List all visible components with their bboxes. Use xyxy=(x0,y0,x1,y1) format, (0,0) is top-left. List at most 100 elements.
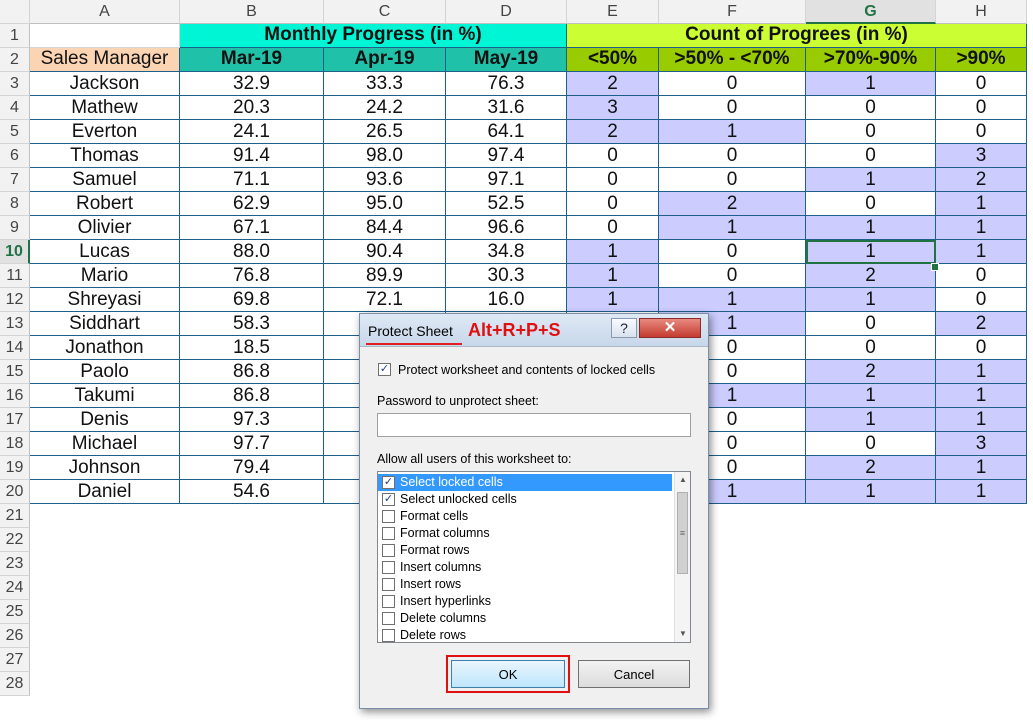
value-cell[interactable]: 1 xyxy=(806,216,936,240)
manager-name-cell[interactable]: Michael xyxy=(30,432,180,456)
row-header-27[interactable]: 27 xyxy=(0,648,30,672)
manager-name-cell[interactable]: Denis xyxy=(30,408,180,432)
row-header-20[interactable]: 20 xyxy=(0,480,30,504)
row-header-18[interactable]: 18 xyxy=(0,432,30,456)
manager-name-cell[interactable]: Mario xyxy=(30,264,180,288)
manager-name-cell[interactable]: Thomas xyxy=(30,144,180,168)
password-input[interactable] xyxy=(377,413,691,437)
apr-19-header[interactable]: Apr-19 xyxy=(324,48,446,72)
value-cell[interactable]: 97.7 xyxy=(180,432,324,456)
manager-name-cell[interactable]: Lucas xyxy=(30,240,180,264)
value-cell[interactable]: 0 xyxy=(659,168,806,192)
value-cell[interactable]: 0 xyxy=(806,336,936,360)
cancel-button[interactable]: Cancel xyxy=(578,660,690,688)
value-cell[interactable]: 0 xyxy=(806,120,936,144)
value-cell[interactable]: 24.2 xyxy=(324,96,446,120)
value-cell[interactable]: 90.4 xyxy=(324,240,446,264)
value-cell[interactable]: 67.1 xyxy=(180,216,324,240)
manager-name-cell[interactable]: Olivier xyxy=(30,216,180,240)
manager-name-cell[interactable]: Mathew xyxy=(30,96,180,120)
value-cell[interactable]: 84.4 xyxy=(324,216,446,240)
permission-checkbox[interactable] xyxy=(382,578,395,591)
column-header-d[interactable]: D xyxy=(446,0,567,24)
permission-checkbox[interactable] xyxy=(382,510,395,523)
permission-item[interactable]: Delete columns xyxy=(378,610,672,627)
value-cell[interactable]: 69.8 xyxy=(180,288,324,312)
value-cell[interactable]: 86.8 xyxy=(180,360,324,384)
column-header-h[interactable]: H xyxy=(936,0,1027,24)
manager-name-cell[interactable]: Jonathon xyxy=(30,336,180,360)
column-header-g[interactable]: G xyxy=(806,0,936,24)
value-cell[interactable]: 0 xyxy=(659,96,806,120)
row-header-25[interactable]: 25 xyxy=(0,600,30,624)
select-all-corner[interactable] xyxy=(0,0,30,24)
permission-checkbox[interactable] xyxy=(382,629,395,642)
row-header-9[interactable]: 9 xyxy=(0,216,30,240)
scroll-thumb[interactable]: ≡ xyxy=(677,492,688,574)
row-header-5[interactable]: 5 xyxy=(0,120,30,144)
value-cell[interactable]: 16.0 xyxy=(446,288,567,312)
permission-item[interactable]: ✓ Select locked cells xyxy=(378,474,672,491)
value-cell[interactable]: 31.6 xyxy=(446,96,567,120)
row-header-7[interactable]: 7 xyxy=(0,168,30,192)
permission-item[interactable]: Format cells xyxy=(378,508,672,525)
permission-item[interactable]: Insert hyperlinks xyxy=(378,593,672,610)
lt50-header[interactable]: <50% xyxy=(567,48,659,72)
column-header-c[interactable]: C xyxy=(324,0,446,24)
sales-manager-header[interactable]: Sales Manager xyxy=(30,48,180,72)
value-cell[interactable]: 89.9 xyxy=(324,264,446,288)
row-header-6[interactable]: 6 xyxy=(0,144,30,168)
value-cell[interactable]: 95.0 xyxy=(324,192,446,216)
value-cell[interactable]: 2 xyxy=(806,360,936,384)
value-cell[interactable]: 0 xyxy=(936,264,1027,288)
cell-a1[interactable] xyxy=(30,24,180,48)
count-progress-header[interactable]: Count of Progrees (in %) xyxy=(567,24,1027,48)
value-cell[interactable]: 1 xyxy=(806,168,936,192)
value-cell[interactable]: 0 xyxy=(567,168,659,192)
row-header-17[interactable]: 17 xyxy=(0,408,30,432)
row-header-21[interactable]: 21 xyxy=(0,504,30,528)
manager-name-cell[interactable]: Samuel xyxy=(30,168,180,192)
value-cell[interactable]: 0 xyxy=(659,240,806,264)
r50-70-header[interactable]: >50% - <70% xyxy=(659,48,806,72)
column-header-f[interactable]: F xyxy=(659,0,806,24)
value-cell[interactable]: 20.3 xyxy=(180,96,324,120)
row-header-3[interactable]: 3 xyxy=(0,72,30,96)
permission-item[interactable]: Insert columns xyxy=(378,559,672,576)
manager-name-cell[interactable]: Paolo xyxy=(30,360,180,384)
permission-item[interactable]: ✓ Select unlocked cells xyxy=(378,491,672,508)
value-cell[interactable]: 2 xyxy=(806,456,936,480)
close-button[interactable]: ✕ xyxy=(639,318,701,338)
mar-19-header[interactable]: Mar-19 xyxy=(180,48,324,72)
value-cell[interactable]: 1 xyxy=(806,72,936,96)
row-header-12[interactable]: 12 xyxy=(0,288,30,312)
value-cell[interactable]: 0 xyxy=(936,72,1027,96)
scroll-up-arrow-icon[interactable]: ▲ xyxy=(675,472,690,488)
value-cell[interactable]: 1 xyxy=(659,120,806,144)
value-cell[interactable]: 0 xyxy=(806,144,936,168)
value-cell[interactable]: 0 xyxy=(567,216,659,240)
value-cell[interactable]: 0 xyxy=(806,432,936,456)
value-cell[interactable]: 0 xyxy=(659,72,806,96)
row-header-15[interactable]: 15 xyxy=(0,360,30,384)
permission-item[interactable]: Format rows xyxy=(378,542,672,559)
value-cell[interactable]: 93.6 xyxy=(324,168,446,192)
value-cell[interactable]: 0 xyxy=(567,144,659,168)
row-header-22[interactable]: 22 xyxy=(0,528,30,552)
value-cell[interactable]: 1 xyxy=(806,384,936,408)
row-header-26[interactable]: 26 xyxy=(0,624,30,648)
value-cell[interactable]: 0 xyxy=(936,96,1027,120)
value-cell[interactable]: 2 xyxy=(567,72,659,96)
value-cell[interactable]: 2 xyxy=(806,264,936,288)
may-19-header[interactable]: May-19 xyxy=(446,48,567,72)
row-header-28[interactable]: 28 xyxy=(0,672,30,696)
value-cell[interactable]: 1 xyxy=(936,384,1027,408)
value-cell[interactable]: 98.0 xyxy=(324,144,446,168)
r70-90-header[interactable]: >70%-90% xyxy=(806,48,936,72)
column-header-a[interactable]: A xyxy=(30,0,180,24)
value-cell[interactable]: 1 xyxy=(936,408,1027,432)
value-cell[interactable]: 18.5 xyxy=(180,336,324,360)
value-cell[interactable]: 32.9 xyxy=(180,72,324,96)
list-scrollbar[interactable]: ▲ ≡ ▼ xyxy=(674,472,690,642)
row-header-4[interactable]: 4 xyxy=(0,96,30,120)
